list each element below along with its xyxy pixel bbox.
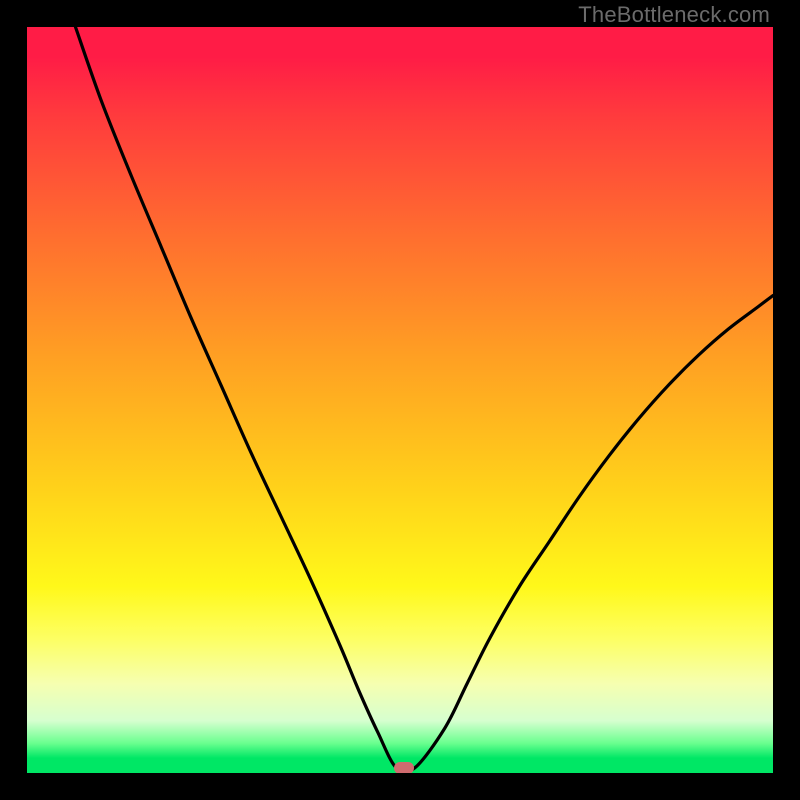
bottleneck-curve — [27, 27, 773, 773]
plot-area — [27, 27, 773, 773]
watermark-text: TheBottleneck.com — [578, 2, 770, 28]
chart-frame: TheBottleneck.com — [0, 0, 800, 800]
optimum-marker — [394, 762, 414, 773]
